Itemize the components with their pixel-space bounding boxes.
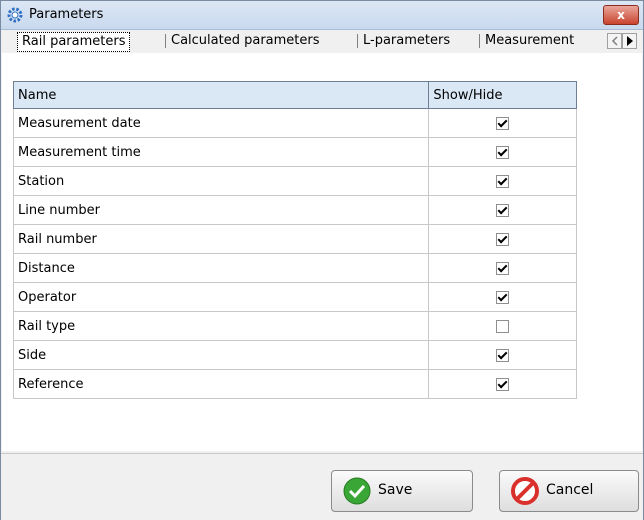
show-hide-cell <box>428 340 577 370</box>
tab-separator <box>165 34 166 48</box>
cancel-button[interactable]: Cancel <box>499 470 639 512</box>
tab-l-parameters[interactable]: L-parameters <box>359 32 454 50</box>
parameters-dialog: Parameters x Rail parameters Calculated … <box>0 0 644 520</box>
tab-calculated-parameters[interactable]: Calculated parameters <box>167 32 324 50</box>
table-row[interactable]: Reference <box>12 369 577 399</box>
check-circle-icon <box>342 476 372 506</box>
window-title: Parameters <box>29 7 104 22</box>
tab-scroll-left-button[interactable] <box>607 33 622 49</box>
table-row[interactable]: Measurement time <box>12 137 577 167</box>
tab-separator <box>357 34 358 48</box>
parameter-name: Reference <box>12 369 430 399</box>
chevron-left-icon <box>611 36 618 46</box>
parameter-name: Distance <box>12 253 430 283</box>
table-row[interactable]: Line number <box>12 195 577 225</box>
chevron-right-icon <box>627 36 633 46</box>
show-hide-cell <box>428 224 577 254</box>
parameter-name: Operator <box>12 282 430 312</box>
show-hide-checkbox[interactable] <box>496 261 510 275</box>
parameter-name: Measurement time <box>12 137 430 167</box>
show-hide-cell <box>428 369 577 399</box>
table-row[interactable]: Rail number <box>12 224 577 254</box>
column-header-name[interactable]: Name <box>12 81 430 109</box>
show-hide-cell <box>428 195 577 225</box>
show-hide-checkbox[interactable] <box>496 145 510 159</box>
tab-scroll-right-button[interactable] <box>622 33 637 49</box>
table-row[interactable]: Distance <box>12 253 577 283</box>
tab-separator <box>479 34 480 48</box>
show-hide-cell <box>428 282 577 312</box>
show-hide-checkbox[interactable] <box>496 174 510 188</box>
parameter-name: Side <box>12 340 430 370</box>
show-hide-cell <box>428 137 577 167</box>
dialog-footer: Save Cancel <box>1 453 643 520</box>
column-header-show-hide[interactable]: Show/Hide <box>428 81 577 109</box>
parameter-name: Station <box>12 166 430 196</box>
show-hide-cell <box>428 253 577 283</box>
table-row[interactable]: Measurement date <box>12 108 577 138</box>
gear-icon <box>7 7 23 23</box>
show-hide-checkbox[interactable] <box>496 348 510 362</box>
show-hide-checkbox[interactable] <box>496 319 510 333</box>
parameter-name: Rail type <box>12 311 430 341</box>
table-row[interactable]: Side <box>12 340 577 370</box>
parameters-table: Name Show/Hide Measurement date Measureme… <box>12 81 577 407</box>
save-button[interactable]: Save <box>331 470 473 512</box>
tab-strip: Rail parameters Calculated parameters L-… <box>1 30 643 52</box>
parameter-name: Rail number <box>12 224 430 254</box>
show-hide-checkbox[interactable] <box>496 232 510 246</box>
forbidden-icon <box>510 476 540 506</box>
parameter-name: Measurement date <box>12 108 430 138</box>
cancel-button-label: Cancel <box>546 482 594 498</box>
parameter-name: Line number <box>12 195 430 225</box>
save-button-label: Save <box>378 482 413 498</box>
table-row[interactable]: Rail type <box>12 311 577 341</box>
show-hide-cell <box>428 166 577 196</box>
show-hide-cell <box>428 108 577 138</box>
show-hide-checkbox[interactable] <box>496 290 510 304</box>
show-hide-checkbox[interactable] <box>496 377 510 391</box>
show-hide-checkbox[interactable] <box>496 116 510 130</box>
table-row[interactable]: Station <box>12 166 577 196</box>
show-hide-cell <box>428 311 577 341</box>
tab-rail-parameters[interactable]: Rail parameters <box>17 32 131 52</box>
tab-measurement[interactable]: Measurement <box>481 32 578 50</box>
table-row[interactable]: Operator <box>12 282 577 312</box>
title-bar[interactable]: Parameters x <box>1 1 643 30</box>
close-button[interactable]: x <box>603 5 639 25</box>
show-hide-checkbox[interactable] <box>496 203 510 217</box>
